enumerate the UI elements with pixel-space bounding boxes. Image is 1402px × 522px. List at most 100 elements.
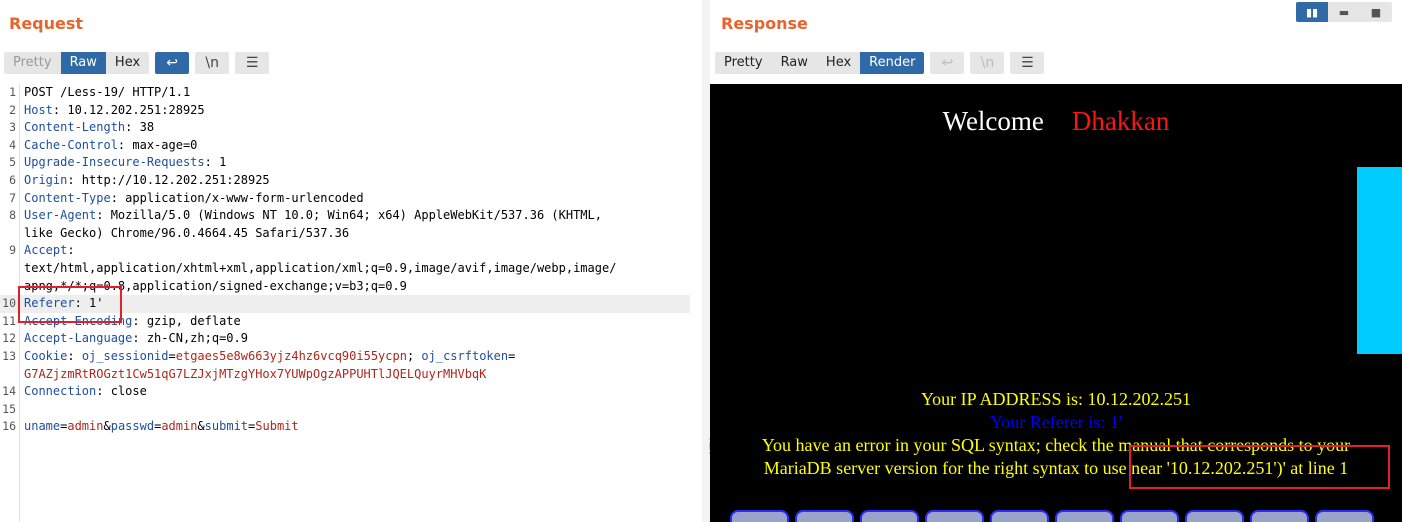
line-number: 8 (9, 208, 16, 223)
code-line: 8 User-Agent: Mozilla/5.0 (Windows NT 10.… (0, 207, 702, 225)
referer-line: Your Referer is: 1' (990, 412, 1122, 432)
request-tab-pretty[interactable]: Pretty (4, 52, 61, 74)
code-token: POST /Less-19/ HTTP/1.1 (24, 85, 191, 99)
footer-image (730, 510, 789, 522)
layout-single-icon[interactable]: ■ (1360, 2, 1392, 22)
footer-image-strip (730, 510, 1374, 522)
line-text: uname=admin&passwd=admin&submit=Submit (24, 418, 299, 436)
line-text: Accept-Language: zh-CN,zh;q=0.9 (24, 330, 248, 348)
code-token: : zh-CN,zh;q=0.9 (132, 331, 248, 346)
layout-switcher: ▮▮ ▬ ■ (1296, 2, 1392, 22)
line-number: 3 (9, 120, 16, 135)
code-line: 16 uname=admin&passwd=admin&submit=Submit (0, 418, 702, 436)
line-text: Accept: (24, 242, 75, 260)
ip-address-line: Your IP ADDRESS is: 10.12.202.251 (920, 389, 1192, 409)
referer-highlight-box (18, 286, 122, 323)
request-view-tabs: Pretty Raw Hex (4, 52, 150, 74)
code-token: : 38 (125, 120, 155, 135)
response-tab-pretty[interactable]: Pretty (715, 52, 772, 74)
code-line: 5 Upgrade-Insecure-Requests: 1 (0, 154, 702, 172)
line-number: 6 (9, 172, 16, 187)
welcome-text: Welcome (942, 106, 1044, 136)
footer-image (1120, 510, 1179, 522)
footer-image (860, 510, 919, 522)
response-tab-hex[interactable]: Hex (817, 52, 860, 74)
line-number: 12 (2, 331, 16, 346)
line-number: 4 (9, 137, 16, 152)
line-text: User-Agent: Mozilla/5.0 (Windows NT 10.0… (24, 207, 602, 225)
footer-image (1185, 510, 1244, 522)
line-text: like Gecko) Chrome/96.0.4664.45 Safari/5… (24, 225, 349, 243)
footer-image (1055, 510, 1114, 522)
request-menu-icon[interactable]: ☰ (235, 52, 270, 74)
code-line: like Gecko) Chrome/96.0.4664.45 Safari/5… (0, 225, 702, 243)
welcome-name: Dhakkan (1071, 106, 1170, 136)
line-number: 5 (9, 155, 16, 170)
footer-image (925, 510, 984, 522)
code-token: like Gecko) Chrome/96.0.4664.45 Safari/5… (24, 225, 350, 240)
code-token: Cookie (24, 348, 68, 363)
line-number: 2 (9, 102, 16, 117)
request-tab-raw[interactable]: Raw (60, 52, 106, 74)
line-text: Host: 10.12.202.251:28925 (24, 102, 205, 120)
code-token: = (168, 348, 176, 363)
code-line: 12 Accept-Language: zh-CN,zh;q=0.9 (0, 330, 702, 348)
layout-stacked-icon[interactable]: ▬ (1328, 2, 1360, 22)
code-token: Content-Length (24, 120, 126, 135)
code-line: 3 Content-Length: 38 (0, 119, 702, 137)
code-token: oj_csrftoken (421, 348, 509, 363)
response-tab-render[interactable]: Render (860, 52, 925, 74)
code-token: G7AZjzmRtROGzt1Cw51qG7LZJxjMTzgYHox7YUWp… (24, 366, 487, 381)
code-line: 9 Accept: (0, 242, 702, 260)
line-text: Upgrade-Insecure-Requests: 1 (24, 154, 226, 172)
response-toolbar: Pretty Raw Hex Render ↩ \n ☰ (715, 52, 1045, 74)
code-line: 6 Origin: http://10.12.202.251:28925 (0, 172, 702, 190)
welcome-heading: Welcome Dhakkan (710, 106, 1402, 137)
code-line: 7 Content-Type: application/x-www-form-ur… (0, 190, 702, 208)
line-text: Content-Length: 38 (24, 119, 154, 137)
line-number: 11 (2, 313, 16, 328)
code-token: : Mozilla/5.0 (Windows NT 10.0; Win64; x… (96, 208, 602, 223)
code-token: Accept-Language (24, 331, 133, 346)
code-token: oj_sessionid (81, 348, 169, 363)
footer-image (1315, 510, 1374, 522)
code-token: Content-Type (24, 190, 111, 205)
line-text: Cache-Control: max-age=0 (24, 137, 197, 155)
request-toolbar: Pretty Raw Hex ↩ \n ☰ (4, 52, 270, 74)
line-text: G7AZjzmRtROGzt1Cw51qG7LZJxjMTzgYHox7YUWp… (24, 366, 486, 384)
code-line: 2 Host: 10.12.202.251:28925 (0, 102, 702, 120)
line-number: 10 (2, 296, 16, 311)
code-token: Host (24, 102, 53, 117)
code-token: admin (67, 419, 104, 434)
code-token: & (103, 419, 111, 434)
code-token: : 1 (204, 155, 227, 170)
code-token: : gzip, deflate (132, 313, 241, 328)
show-newlines-icon[interactable]: \n (195, 52, 230, 74)
layout-side-by-side-icon[interactable]: ▮▮ (1296, 2, 1328, 22)
footer-image (990, 510, 1049, 522)
line-text: Cookie: oj_sessionid=etgaes5e8w663yjz4hz… (24, 348, 515, 366)
code-token: text/html,application/xhtml+xml,applicat… (24, 260, 617, 275)
code-token: : close (96, 384, 147, 399)
code-token: : http://10.12.202.251:28925 (67, 172, 270, 187)
code-line: G7AZjzmRtROGzt1Cw51qG7LZJxjMTzgYHox7YUWp… (0, 366, 702, 384)
request-tab-hex[interactable]: Hex (106, 52, 149, 74)
error-highlight-box (1129, 445, 1390, 489)
line-number: 14 (2, 384, 16, 399)
code-token: Cache-Control (24, 137, 118, 152)
footer-image (795, 510, 854, 522)
line-number: 16 (2, 419, 16, 434)
line-number: 9 (9, 243, 16, 258)
code-token: passwd (110, 419, 155, 434)
request-title: Request (9, 14, 84, 33)
line-number: 13 (2, 348, 16, 363)
code-token: etgaes5e8w663yjz4hz6vcq90i55ycpn (175, 348, 407, 363)
code-token: : (67, 348, 82, 363)
response-menu-icon[interactable]: ☰ (1010, 52, 1045, 74)
code-token: : application/x-www-form-urlencoded (110, 190, 364, 205)
code-token: : 10.12.202.251:28925 (52, 102, 205, 117)
code-token: uname (24, 419, 61, 434)
response-tab-raw[interactable]: Raw (772, 52, 817, 74)
wrap-lines-icon[interactable]: ↩ (155, 52, 190, 74)
line-text: POST /Less-19/ HTTP/1.1 (24, 84, 190, 102)
